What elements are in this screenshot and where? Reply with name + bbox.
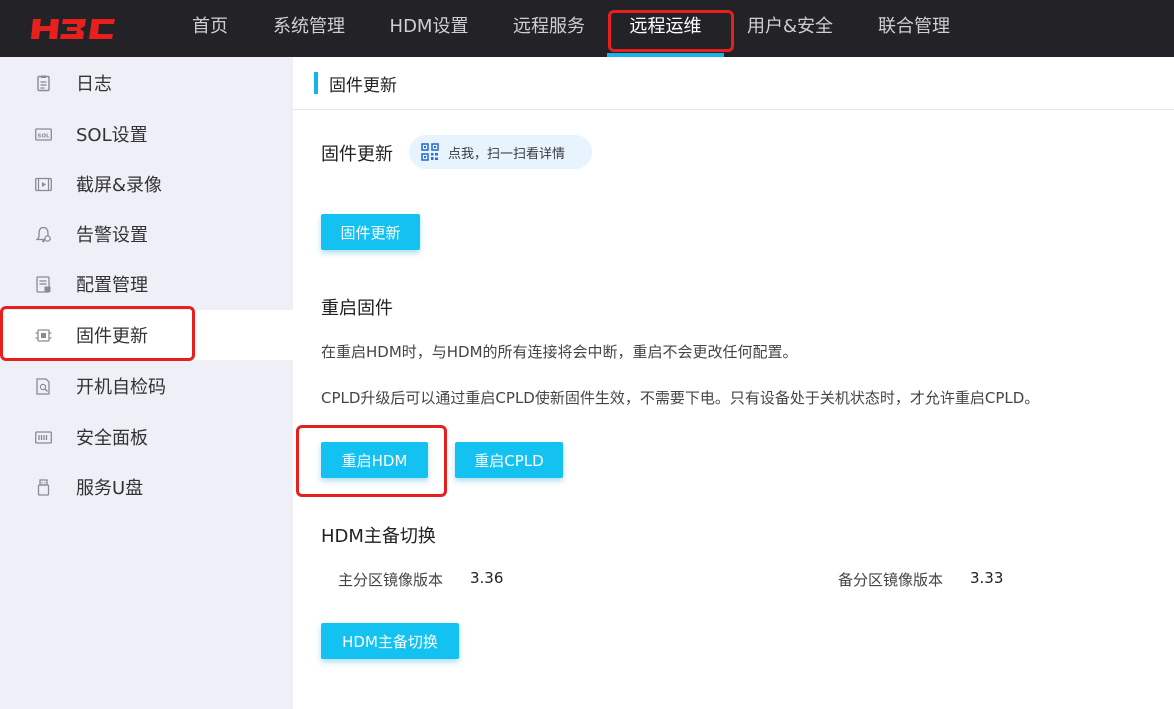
primary-image-version-label: 主分区镜像版本 xyxy=(338,571,444,589)
sidebar-item-label: 服务U盘 xyxy=(76,478,144,499)
chip-icon xyxy=(35,327,52,344)
qr-details-text: 点我，扫一扫看详情 xyxy=(448,146,566,162)
sidebar-item-label: 告警设置 xyxy=(76,225,148,246)
sidebar-item-label: 日志 xyxy=(76,74,112,95)
usb-icon xyxy=(35,478,52,496)
restart-hdm-button[interactable]: 重启HDM xyxy=(321,442,428,478)
page-title: 固件更新 xyxy=(329,76,397,96)
page-title-accent-bar xyxy=(314,72,318,94)
sidebar-item-alarm-settings[interactable]: 告警设置 xyxy=(0,209,293,259)
sidebar-item-screenshot-video[interactable]: 截屏&录像 xyxy=(0,159,293,209)
sidebar-item-label: 安全面板 xyxy=(76,428,148,449)
primary-image-version-value: 3.36 xyxy=(470,569,504,587)
sidebar-item-label: 固件更新 xyxy=(76,326,148,347)
sidebar-item-label: 开机自检码 xyxy=(76,377,166,398)
sidebar-item-service-usb[interactable]: 服务U盘 xyxy=(0,462,293,512)
page-header: 固件更新 xyxy=(293,57,1174,110)
hdm-switch-section-title: HDM主备切换 xyxy=(321,526,436,547)
nav-remote-service[interactable]: 远程服务 xyxy=(512,0,586,57)
backup-image-version-value: 3.33 xyxy=(970,569,1004,587)
post-code-icon xyxy=(35,377,52,395)
sidebar-item-post-code[interactable]: 开机自检码 xyxy=(0,361,293,411)
sidebar-item-sol[interactable]: SOL SOL设置 xyxy=(0,109,293,159)
nav-system-management[interactable]: 系统管理 xyxy=(272,0,346,57)
sidebar-item-log[interactable]: 日志 xyxy=(0,58,293,108)
alarm-bell-icon xyxy=(35,226,52,243)
nav-remote-maintenance[interactable]: 远程运维 xyxy=(607,0,724,57)
nav-federation-management[interactable]: 联合管理 xyxy=(877,0,951,57)
panel-icon xyxy=(35,429,52,446)
nav-user-security[interactable]: 用户&安全 xyxy=(746,0,834,57)
sidebar-item-label: 配置管理 xyxy=(76,275,148,296)
restart-hdm-description: 在重启HDM时，与HDM的所有连接将会中断，重启不会更改任何配置。 xyxy=(321,343,798,361)
config-icon xyxy=(35,275,52,293)
sol-icon: SOL xyxy=(35,126,52,143)
sidebar-item-firmware-update[interactable]: 固件更新 xyxy=(0,310,293,360)
nav-hdm-settings[interactable]: HDM设置 xyxy=(389,0,469,57)
qr-code-icon xyxy=(421,143,439,161)
sidebar-item-label: SOL设置 xyxy=(76,125,148,146)
restart-firmware-section-title: 重启固件 xyxy=(321,298,393,319)
backup-image-version-label: 备分区镜像版本 xyxy=(838,571,944,589)
main-content: 固件更新 固件更新 点我，扫一扫看详情 固件更新 重启固件 在重启HDM时，与H… xyxy=(293,57,1174,709)
hdm-switch-button[interactable]: HDM主备切换 xyxy=(321,623,459,659)
firmware-update-section-title: 固件更新 xyxy=(321,144,393,165)
restart-cpld-button[interactable]: 重启CPLD xyxy=(455,442,563,478)
log-icon xyxy=(35,75,52,92)
restart-cpld-description: CPLD升级后可以通过重启CPLD使新固件生效，不需要下电。只有设备处于关机状态… xyxy=(321,389,1040,407)
firmware-update-button[interactable]: 固件更新 xyxy=(321,214,420,250)
sidebar-item-security-panel[interactable]: 安全面板 xyxy=(0,412,293,462)
h3c-logo xyxy=(31,19,115,39)
sidebar: 日志 SOL SOL设置 截屏&录像 告警设置 配置管理 固件更新 开机自检码 … xyxy=(0,57,293,709)
svg-text:SOL: SOL xyxy=(37,133,50,139)
nav-home[interactable]: 首页 xyxy=(191,0,229,57)
video-icon xyxy=(35,176,52,193)
sidebar-item-config-management[interactable]: 配置管理 xyxy=(0,259,293,309)
top-navigation-bar: 首页 系统管理 HDM设置 远程服务 远程运维 用户&安全 联合管理 xyxy=(0,0,1174,57)
sidebar-item-label: 截屏&录像 xyxy=(76,175,163,196)
qr-details-link[interactable]: 点我，扫一扫看详情 xyxy=(409,135,592,169)
